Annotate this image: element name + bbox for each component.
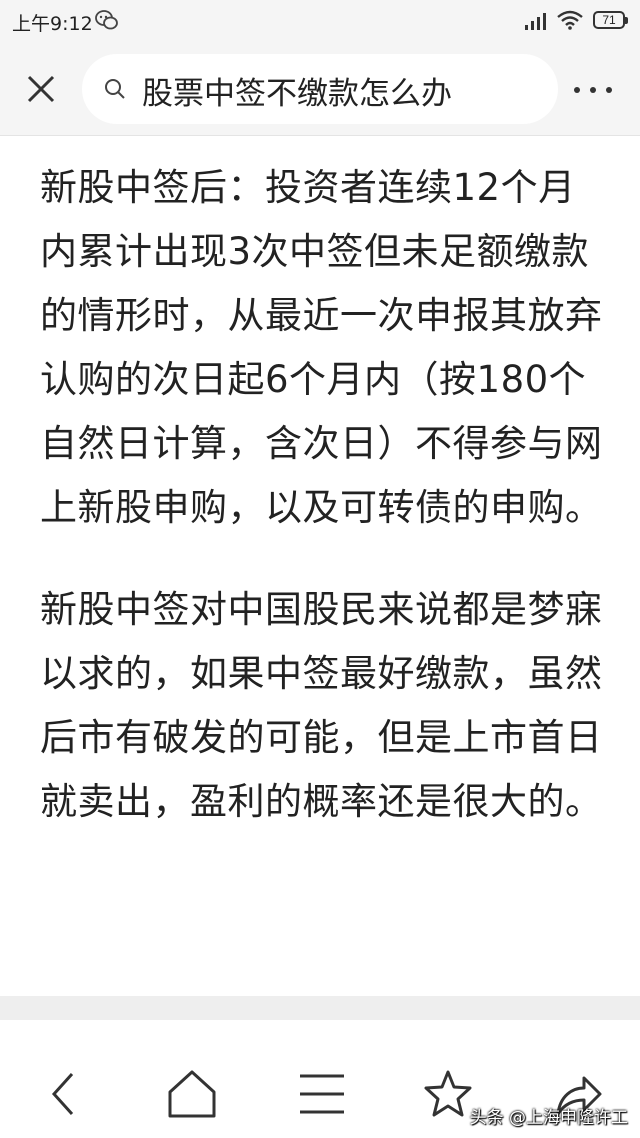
search-header: 股票中签不缴款怎么办: [0, 44, 640, 136]
search-icon: [105, 79, 125, 99]
search-query: 股票中签不缴款怎么办: [142, 76, 452, 112]
article-paragraph: 新股中签对中国股民来说都是梦寐以求的，如果中签最好缴款，虽然后市有破发的可能，但…: [40, 588, 603, 823]
status-time: 上午9:12: [12, 13, 93, 35]
signal-icon: [525, 13, 546, 30]
search-input[interactable]: 股票中签不缴款怎么办: [82, 54, 558, 124]
watermark: 头条 @上海申隆许工: [469, 1108, 628, 1128]
article-body: 新股中签后：投资者连续12个月内累计出现3次中签但未足额缴款的情形时，从最近一次…: [40, 156, 610, 834]
section-divider: [0, 996, 640, 1020]
article-paragraph: 新股中签后：投资者连续12个月内累计出现3次中签但未足额缴款的情形时，从最近一次…: [40, 166, 603, 529]
status-bar: 上午9:12 71: [0, 0, 640, 44]
bottom-nav: 头条 @上海申隆许工: [0, 1050, 640, 1138]
menu-icon[interactable]: [296, 1068, 348, 1120]
battery-icon: 71: [593, 11, 628, 29]
wifi-icon: [557, 10, 583, 30]
back-icon[interactable]: [38, 1068, 90, 1120]
close-icon[interactable]: [22, 70, 60, 108]
star-icon[interactable]: [422, 1068, 474, 1120]
more-icon[interactable]: [570, 66, 616, 112]
home-icon[interactable]: [166, 1068, 218, 1120]
wechat-icon: [95, 10, 118, 30]
